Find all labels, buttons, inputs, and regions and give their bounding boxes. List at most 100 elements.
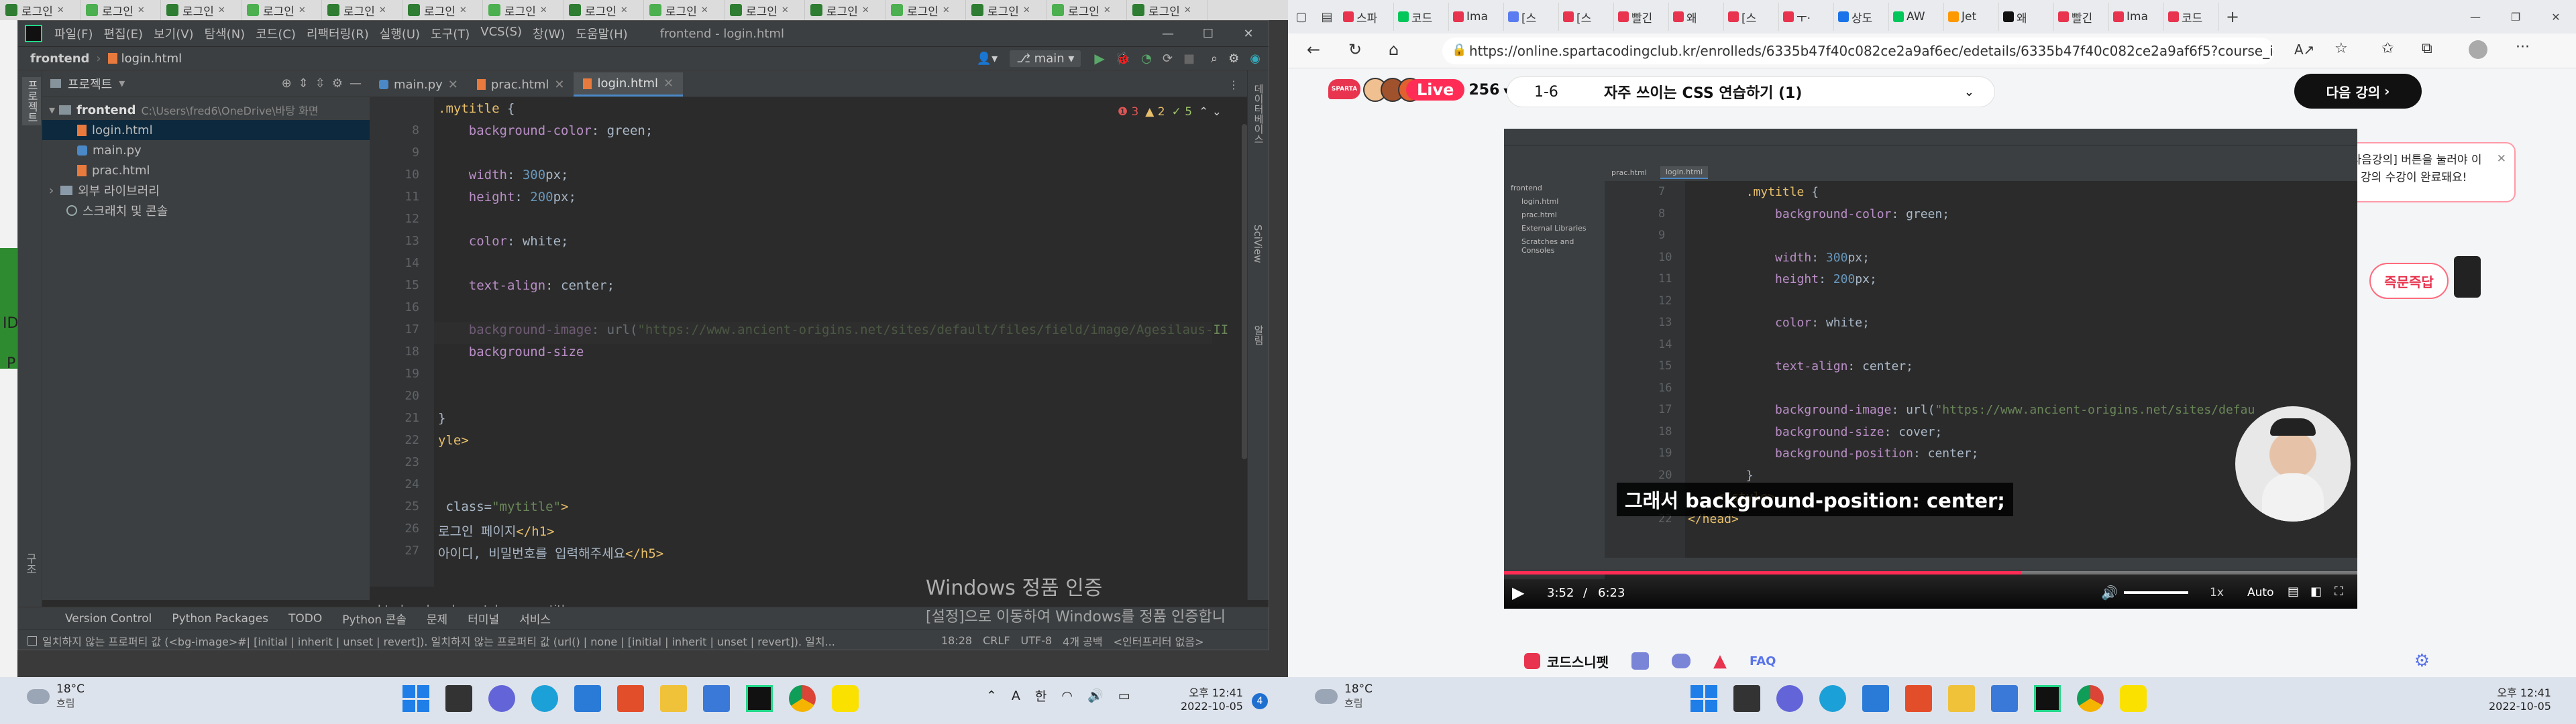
browser-tab[interactable]: Ima (1449, 3, 1504, 31)
close-tab-icon[interactable]: ✕ (554, 78, 564, 92)
office-icon[interactable] (617, 685, 644, 712)
settings-icon[interactable]: ⚙ (1228, 52, 1239, 66)
tool-window-button[interactable]: Python Packages (172, 612, 268, 625)
database-tool-label[interactable]: 데이터베이스 (1252, 84, 1266, 144)
tree-item-file[interactable]: main.py (42, 140, 370, 160)
play-icon[interactable]: ▶ (1512, 583, 1524, 602)
coverage-icon[interactable]: ◔ (1141, 52, 1152, 66)
close-tab-icon[interactable]: ✕ (299, 5, 306, 15)
minimize-button[interactable]: — (1148, 27, 1188, 41)
task-view-icon[interactable] (445, 685, 472, 712)
browser-tab[interactable]: [스 (1559, 3, 1614, 31)
mail-icon[interactable] (1862, 685, 1889, 712)
menu-item[interactable]: 도움말(H) (570, 25, 633, 42)
browser-tab[interactable]: 코드 (1394, 3, 1449, 31)
tool-window-button[interactable]: Version Control (65, 612, 152, 625)
chrome-icon[interactable] (2077, 685, 2104, 712)
weather-widget[interactable]: 18°C 흐림 (27, 682, 85, 710)
explorer-icon[interactable] (660, 685, 687, 712)
browser-tab[interactable]: 로그인 ✕ (322, 0, 402, 20)
minimize-button[interactable]: — (2455, 11, 2496, 23)
browser-tab[interactable]: Jet (1944, 3, 1999, 31)
pip-icon[interactable]: ◧ (2310, 585, 2322, 599)
file-encoding[interactable]: UTF-8 (1021, 634, 1053, 647)
chat-icon[interactable] (1672, 654, 1690, 668)
menu-item[interactable]: 보기(V) (148, 25, 199, 42)
speed-selector[interactable]: 1x (2210, 586, 2224, 599)
code-snippet-icon[interactable] (1524, 653, 1540, 669)
kakaotalk-icon[interactable] (2120, 685, 2147, 712)
notes-icon[interactable] (1631, 652, 1649, 670)
menu-item[interactable]: 창(W) (527, 25, 570, 42)
expand-all-icon[interactable]: ⇕ (299, 76, 309, 90)
live-badge[interactable]: Live 256 ▾ (1406, 79, 1509, 101)
user-icon[interactable]: 👤▾ (977, 52, 998, 66)
windows-start-icon[interactable] (402, 685, 429, 712)
tree-item-file[interactable]: prac.html (42, 160, 370, 180)
close-tab-icon[interactable]: ✕ (379, 5, 386, 15)
refresh-icon[interactable]: ↻ (1348, 40, 1362, 59)
pycharm-icon[interactable] (2034, 685, 2061, 712)
clock[interactable]: 오후 12:41 2022-10-05 (1181, 684, 1243, 713)
office-icon[interactable] (1905, 685, 1932, 712)
instant-qna-button[interactable]: 즉문즉답 (2369, 263, 2449, 299)
project-view-selector[interactable]: 프로젝트 (68, 75, 112, 93)
tree-item-external-libraries[interactable]: › 외부 라이브러리 (42, 180, 370, 200)
reader-icon[interactable]: A↗ (2294, 42, 2314, 58)
browser-tab[interactable]: 상도 (1834, 3, 1889, 31)
close-tab-icon[interactable]: ✕ (943, 5, 950, 15)
menu-item[interactable]: 파일(F) (49, 25, 99, 42)
tool-window-button[interactable]: 서비스 (519, 610, 551, 627)
close-tab-icon[interactable]: ✕ (218, 5, 225, 15)
browser-tab[interactable]: 로그인 ✕ (161, 0, 241, 20)
hide-icon[interactable]: — (350, 76, 362, 90)
volume-icon[interactable]: 🔊 (1087, 688, 1104, 703)
structure-tool-label[interactable]: 구조 (22, 553, 38, 575)
browser-tab[interactable]: 로그인 ✕ (483, 0, 564, 20)
chat-icon[interactable] (1776, 685, 1803, 712)
menu-item[interactable]: 탐색(N) (199, 25, 251, 42)
menu-item[interactable]: 도구(T) (425, 25, 475, 42)
browser-tab[interactable]: 로그인 ✕ (966, 0, 1046, 20)
profile-icon[interactable]: ⟳ (1163, 52, 1173, 66)
settings-icon[interactable]: ⚙ (2414, 651, 2430, 671)
collapse-all-icon[interactable]: ⇳ (315, 76, 325, 90)
volume-icon[interactable]: 🔊 (2101, 585, 2118, 601)
code-snippet-label[interactable]: 코드스니펫 (1547, 652, 1609, 671)
collections-icon[interactable]: ⧉ (2422, 40, 2432, 57)
stop-icon[interactable]: ■ (1183, 52, 1195, 66)
back-icon[interactable]: ← (1307, 40, 1320, 59)
profile-icon[interactable] (2469, 40, 2487, 59)
project-tool-label[interactable]: 프로젝트 (22, 77, 41, 125)
tool-window-button[interactable]: Python 콘솔 (342, 610, 407, 627)
browser-tab[interactable]: 로그인 ✕ (644, 0, 724, 20)
browser-tab[interactable]: 로그인 ✕ (1127, 0, 1208, 20)
lecture-video[interactable]: frontend login.html prac.html External Libr… (1504, 129, 2357, 609)
close-button[interactable]: ✕ (2536, 11, 2576, 23)
close-tab-icon[interactable]: ✕ (448, 78, 458, 92)
line-separator[interactable]: CRLF (983, 634, 1010, 647)
subtitle-icon[interactable]: ▤ (2288, 585, 2299, 599)
sparta-logo[interactable]: SPARTA (1328, 79, 1360, 99)
close-tab-icon[interactable]: ✕ (460, 5, 467, 15)
browser-tab[interactable]: 스파 (1339, 3, 1394, 31)
browser-tab[interactable]: AW (1889, 3, 1944, 31)
tab-prac-html[interactable]: prac.html ✕ (468, 72, 574, 97)
close-tab-icon[interactable]: ✕ (1184, 5, 1191, 15)
ime-indicator[interactable]: 한 (1035, 686, 1046, 705)
lesson-selector[interactable]: 1-6 자주 쓰이는 CSS 연습하기 (1) ⌄ (1507, 76, 1995, 107)
close-tab-icon[interactable]: ✕ (138, 5, 145, 15)
locate-icon[interactable]: ⊕ (282, 76, 292, 90)
favorite-icon[interactable]: ☆ (2334, 40, 2348, 57)
menu-item[interactable]: 리팩터링(R) (301, 25, 374, 42)
task-view-icon[interactable] (1733, 685, 1760, 712)
more-icon[interactable]: ··· (2516, 39, 2530, 56)
tool-window-button[interactable]: 터미널 (468, 610, 499, 627)
close-tab-icon[interactable]: ✕ (621, 5, 628, 15)
indent-setting[interactable]: 4개 공백 (1063, 633, 1102, 649)
browser-tab[interactable]: 로그인 ✕ (241, 0, 322, 20)
next-lesson-button[interactable]: 다음 강의 › (2294, 74, 2422, 109)
close-tab-icon[interactable]: ✕ (540, 5, 547, 15)
run-icon[interactable]: ▶ (1094, 50, 1104, 66)
close-tooltip-icon[interactable]: ✕ (2497, 150, 2506, 168)
